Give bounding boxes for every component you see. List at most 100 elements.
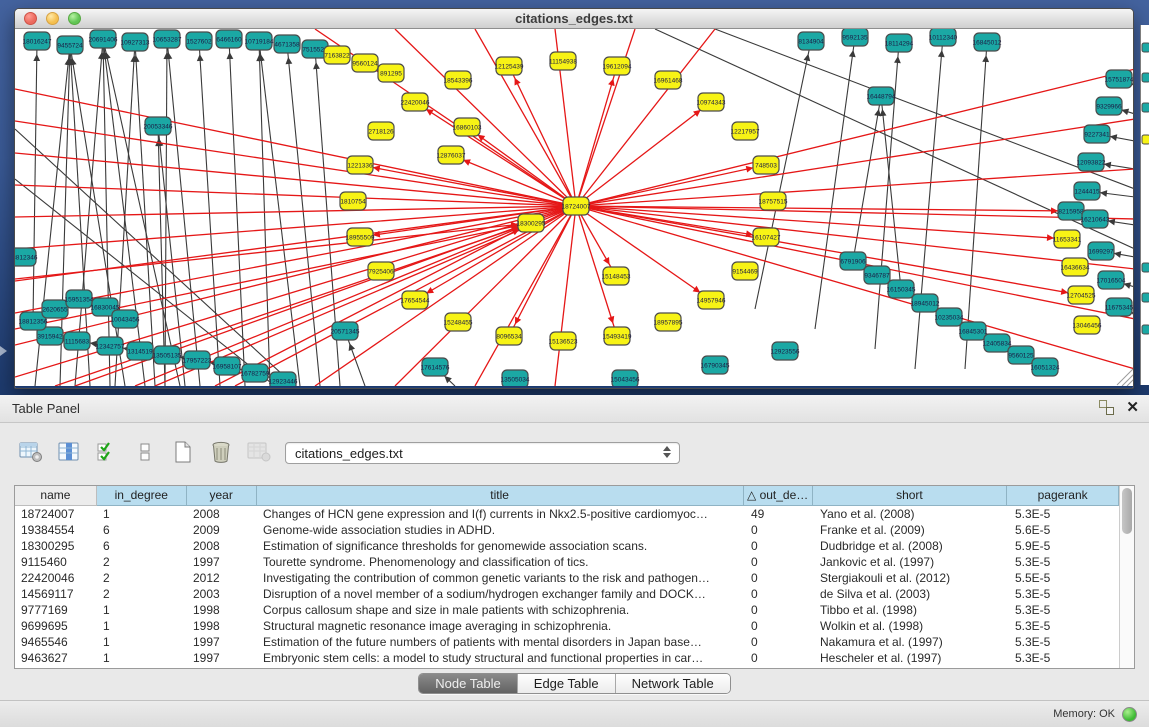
tab-network-table[interactable]: Network Table bbox=[616, 674, 730, 693]
table-cell[interactable]: Estimation of the future numbers of pati… bbox=[257, 634, 745, 650]
table-cell[interactable]: 1998 bbox=[187, 602, 257, 618]
table-cell[interactable]: 2012 bbox=[187, 570, 257, 586]
table-cell[interactable]: 5.9E-5 bbox=[1009, 538, 1121, 554]
scrollbar-thumb[interactable] bbox=[1122, 488, 1132, 534]
table-cell[interactable]: 14569117 bbox=[15, 586, 97, 602]
table-cell[interactable]: 5.3E-5 bbox=[1009, 506, 1121, 522]
column-header-name[interactable]: name bbox=[15, 486, 97, 506]
table-row[interactable]: 1872400712008Changes of HCN gene express… bbox=[15, 506, 1134, 522]
memory-status-indicator[interactable] bbox=[1122, 707, 1137, 722]
table-cell[interactable]: Changes of HCN gene expression and I(f) … bbox=[257, 506, 745, 522]
table-cell[interactable]: 2008 bbox=[187, 506, 257, 522]
window-titlebar[interactable]: citations_edges.txt bbox=[15, 9, 1133, 29]
table-cell[interactable]: 5.3E-5 bbox=[1009, 634, 1121, 650]
close-button[interactable] bbox=[24, 12, 37, 25]
table-cell[interactable]: 19384554 bbox=[15, 522, 97, 538]
table-cell[interactable]: Disruption of a novel member of a sodium… bbox=[257, 586, 745, 602]
table-cell[interactable]: 1 bbox=[97, 506, 187, 522]
column-header-out_de[interactable]: △ out_de… bbox=[744, 486, 813, 506]
table-cell[interactable]: Jankovic et al. (1997) bbox=[814, 554, 1009, 570]
table-cell[interactable]: 18724007 bbox=[15, 506, 97, 522]
table-cell[interactable]: Estimation of significance thresholds fo… bbox=[257, 538, 745, 554]
table-cell[interactable]: Nakamura et al. (1997) bbox=[814, 634, 1009, 650]
citation-network-graph[interactable]: 1801624794557242069140610927313106532871… bbox=[15, 29, 1134, 386]
table-cell[interactable]: Structural magnetic resonance image aver… bbox=[257, 618, 745, 634]
table-cell[interactable]: 0 bbox=[745, 650, 814, 666]
table-row[interactable]: 946554611997Estimation of the future num… bbox=[15, 634, 1134, 650]
table-cell[interactable]: Genome-wide association studies in ADHD. bbox=[257, 522, 745, 538]
tab-edge-table[interactable]: Edge Table bbox=[518, 674, 616, 693]
close-panel-icon[interactable]: ✕ bbox=[1126, 400, 1139, 415]
table-cell[interactable]: 0 bbox=[745, 538, 814, 554]
table-cell[interactable]: 0 bbox=[745, 602, 814, 618]
table-cell[interactable]: 0 bbox=[745, 554, 814, 570]
table-cell[interactable]: 2 bbox=[97, 554, 187, 570]
table-cell[interactable]: 2 bbox=[97, 586, 187, 602]
table-cell[interactable]: 0 bbox=[745, 586, 814, 602]
column-header-pagerank[interactable]: pagerank bbox=[1007, 486, 1119, 506]
table-cell[interactable]: 0 bbox=[745, 634, 814, 650]
table-cell[interactable]: 0 bbox=[745, 570, 814, 586]
table-cell[interactable]: 9699695 bbox=[15, 618, 97, 634]
table-cell[interactable]: de Silva et al. (2003) bbox=[814, 586, 1009, 602]
table-cell[interactable]: 5.3E-5 bbox=[1009, 650, 1121, 666]
table-cell[interactable]: 5.3E-5 bbox=[1009, 586, 1121, 602]
table-cell[interactable]: Wolkin et al. (1998) bbox=[814, 618, 1009, 634]
table-cell[interactable]: 5.5E-5 bbox=[1009, 570, 1121, 586]
column-header-year[interactable]: year bbox=[187, 486, 257, 506]
table-cell[interactable]: 1997 bbox=[187, 554, 257, 570]
table-cell[interactable]: Tourette syndrome. Phenomenology and cla… bbox=[257, 554, 745, 570]
table-cell[interactable]: 1998 bbox=[187, 618, 257, 634]
table-cell[interactable]: Hescheler et al. (1997) bbox=[814, 650, 1009, 666]
row-height-icon[interactable] bbox=[132, 439, 158, 465]
table-cell[interactable]: 5.3E-5 bbox=[1009, 602, 1121, 618]
column-header-short[interactable]: short bbox=[813, 486, 1008, 506]
table-cell[interactable]: 2003 bbox=[187, 586, 257, 602]
table-cell[interactable]: 9115460 bbox=[15, 554, 97, 570]
select-rows-icon[interactable] bbox=[94, 439, 120, 465]
table-row[interactable]: 2242004622012Investigating the contribut… bbox=[15, 570, 1134, 586]
table-cell[interactable]: Stergiakouli et al. (2012) bbox=[814, 570, 1009, 586]
show-columns-icon[interactable] bbox=[56, 439, 82, 465]
zoom-button[interactable] bbox=[68, 12, 81, 25]
table-row[interactable]: 1830029562008Estimation of significance … bbox=[15, 538, 1134, 554]
float-panel-icon[interactable] bbox=[1099, 400, 1114, 415]
table-row[interactable]: 946362711997Embryonic stem cells: a mode… bbox=[15, 650, 1134, 666]
table-cell[interactable]: Corpus callosum shape and size in male p… bbox=[257, 602, 745, 618]
table-cell[interactable]: 5.6E-5 bbox=[1009, 522, 1121, 538]
table-row[interactable]: 1938455462009Genome-wide association stu… bbox=[15, 522, 1134, 538]
table-row[interactable]: 969969511998Structural magnetic resonanc… bbox=[15, 618, 1134, 634]
table-cell[interactable]: 18300295 bbox=[15, 538, 97, 554]
table-cell[interactable]: 22420046 bbox=[15, 570, 97, 586]
table-cell[interactable]: 9463627 bbox=[15, 650, 97, 666]
table-selector-dropdown[interactable]: citations_edges.txt bbox=[285, 442, 680, 464]
table-cell[interactable]: 5.3E-5 bbox=[1009, 554, 1121, 570]
table-vertical-scrollbar[interactable] bbox=[1119, 486, 1134, 668]
table-cell[interactable]: 1 bbox=[97, 650, 187, 666]
table-cell[interactable]: 6 bbox=[97, 522, 187, 538]
table-cell[interactable]: Franke et al. (2009) bbox=[814, 522, 1009, 538]
table-cell[interactable]: 2009 bbox=[187, 522, 257, 538]
table-cell[interactable]: Investigating the contribution of common… bbox=[257, 570, 745, 586]
table-row[interactable]: 911546021997Tourette syndrome. Phenomeno… bbox=[15, 554, 1134, 570]
table-cell[interactable]: 2 bbox=[97, 570, 187, 586]
table-cell[interactable]: Yano et al. (2008) bbox=[814, 506, 1009, 522]
table-cell[interactable]: 9777169 bbox=[15, 602, 97, 618]
tab-node-table[interactable]: Node Table bbox=[419, 674, 518, 693]
table-cell[interactable]: Tibbo et al. (1998) bbox=[814, 602, 1009, 618]
table-cell[interactable]: 5.3E-5 bbox=[1009, 618, 1121, 634]
table-cell[interactable]: 1997 bbox=[187, 650, 257, 666]
table-row[interactable]: 977716911998Corpus callosum shape and si… bbox=[15, 602, 1134, 618]
delete-attribute-icon[interactable] bbox=[208, 439, 234, 465]
minimize-button[interactable] bbox=[46, 12, 59, 25]
table-settings-icon[interactable] bbox=[18, 439, 44, 465]
column-header-in_degree[interactable]: in_degree bbox=[97, 486, 187, 506]
column-header-title[interactable]: title bbox=[257, 486, 744, 506]
table-cell[interactable]: 0 bbox=[745, 522, 814, 538]
table-cell[interactable]: 1 bbox=[97, 618, 187, 634]
table-cell[interactable]: 9465546 bbox=[15, 634, 97, 650]
table-cell[interactable]: 49 bbox=[745, 506, 814, 522]
table-cell[interactable]: 6 bbox=[97, 538, 187, 554]
table-cell[interactable]: 1997 bbox=[187, 634, 257, 650]
new-table-icon[interactable] bbox=[170, 439, 196, 465]
